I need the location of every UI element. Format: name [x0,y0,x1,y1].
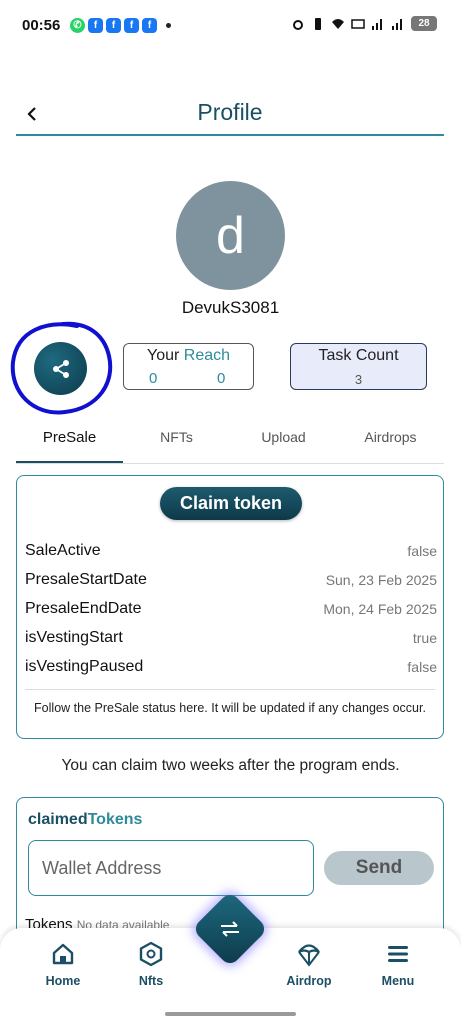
whatsapp-icon: ✆ [70,18,85,33]
tab-airdrops[interactable]: Airdrops [337,420,444,463]
nav-home[interactable]: Home [28,940,98,988]
presale-row-value: false [407,543,437,559]
presale-row: PresaleEndDate Mon, 24 Feb 2025 [25,596,437,622]
presale-row-value: true [412,630,437,646]
reach-title-accent: Reach [183,347,231,364]
username: DevukS3081 [181,298,280,317]
nav-nfts[interactable]: Nfts [116,940,186,988]
more-notifications-dot [166,23,171,28]
avatar: d [176,181,285,290]
nav-menu[interactable]: Menu [363,940,433,988]
reach-value: 0 [217,370,226,387]
volte-icon [351,18,365,29]
nav-label: Home [45,974,81,988]
tab-presale[interactable]: PreSale [16,420,123,463]
home-icon [52,943,74,965]
presale-row-key: PresaleEndDate [25,600,142,617]
presale-row-value: Mon, 24 Feb 2025 [323,601,437,617]
status-bar: 00:56 ✆ f f f f 28 [0,0,461,50]
reach-title-prefix: Your [146,347,180,364]
presale-row: SaleActive false [25,538,437,564]
nav-label: Menu [381,974,415,988]
swap-arrows-icon [221,921,239,937]
system-icons: 28 [291,16,437,31]
send-button[interactable]: Send [324,851,434,885]
wallet-address-input[interactable] [28,840,314,896]
claimed-title-accent: Tokens [87,811,143,828]
airdrop-icon [298,944,320,967]
nav-airdrop[interactable]: Airdrop [274,940,344,988]
reach-value: 0 [149,370,158,387]
divider [25,689,435,690]
presale-note: Follow the PreSale status here. It will … [34,701,426,715]
signal-icon [392,18,402,30]
status-time: 00:56 [22,17,61,34]
task-count-title: Task Count [318,347,399,364]
notification-icons: ✆ f f f f [70,18,171,33]
home-indicator[interactable] [165,1012,296,1016]
tab-upload[interactable]: Upload [230,420,337,463]
presale-row-value: false [407,659,437,675]
nav-label: Nfts [138,974,164,988]
presale-row: isVestingPaused false [25,654,437,680]
presale-row-key: SaleActive [25,542,101,559]
facebook-icon: f [124,18,139,33]
presale-row: PresaleStartDate Sun, 23 Feb 2025 [25,567,437,593]
claim-info-text: You can claim two weeks after the progra… [61,757,400,774]
nft-icon [139,941,163,967]
page-header: Profile [16,96,444,136]
presale-row-key: PresaleStartDate [25,571,147,588]
task-count-card: Task Count 3 [290,343,427,390]
reach-title: Your Reach [124,347,253,365]
page-title: Profile [197,99,263,125]
battery-icon: 28 [411,16,437,31]
facebook-icon: f [142,18,157,33]
presale-row-key: isVestingPaused [25,658,144,675]
presale-row-value: Sun, 23 Feb 2025 [325,572,437,588]
claimed-title-prefix: claimed [28,811,88,828]
alarm-icon [293,19,303,30]
share-icon [52,359,69,378]
wifi-icon [332,18,344,29]
share-button[interactable] [34,342,87,395]
facebook-icon: f [88,18,103,33]
presale-row: isVestingStart true [25,625,437,651]
nav-label: Airdrop [286,974,332,988]
avatar-letter: d [216,206,245,265]
signal-icon [372,18,382,30]
claim-token-button[interactable]: Claim token [160,487,302,520]
vibrate-icon [315,17,321,30]
tab-nfts[interactable]: NFTs [123,420,230,463]
claimed-tokens-title: claimedTokens [28,811,142,829]
reach-stat-card: Your Reach 0 0 [123,343,254,390]
presale-row-key: isVestingStart [25,629,123,646]
profile-tabs: PreSale NFTs Upload Airdrops [16,420,444,464]
task-count-value: 3 [354,372,363,387]
presale-card: Claim token SaleActive false PresaleStar… [16,475,444,739]
menu-icon [388,946,408,962]
facebook-icon: f [106,18,121,33]
